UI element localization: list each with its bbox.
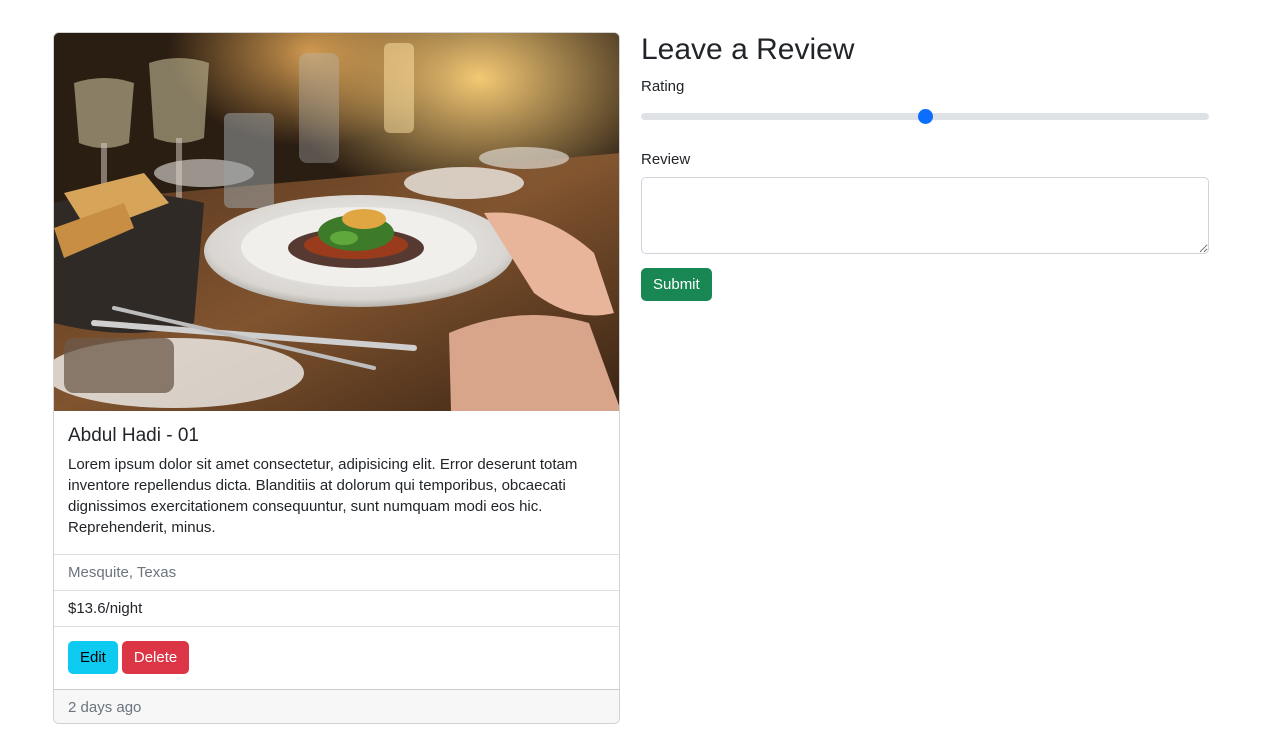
rating-slider[interactable] <box>641 108 1209 124</box>
rating-slider-thumb[interactable] <box>917 109 933 124</box>
listing-title: Abdul Hadi - 01 <box>68 425 199 446</box>
listing-actions: Edit Delete <box>54 626 619 689</box>
listing-description: Lorem ipsum dolor sit amet consectetur, … <box>68 455 578 536</box>
review-form: Leave a Review Rating Review Submit <box>641 32 1209 301</box>
edit-button[interactable]: Edit <box>68 641 118 674</box>
listing-price: $13.6/night <box>54 590 619 626</box>
listing-body: Abdul Hadi - 01 Lorem ipsum dolor sit am… <box>54 411 619 554</box>
submit-button[interactable]: Submit <box>641 268 712 301</box>
rating-label: Rating <box>641 78 685 95</box>
listing-card: Abdul Hadi - 01 Lorem ipsum dolor sit am… <box>53 32 620 724</box>
review-label: Review <box>641 151 691 168</box>
restaurant-table-image <box>54 33 619 411</box>
review-textarea[interactable] <box>641 177 1209 254</box>
listing-footer-timestamp: 2 days ago <box>54 689 619 723</box>
listing-photo <box>54 33 619 411</box>
delete-button[interactable]: Delete <box>121 641 190 674</box>
campground-page: Abdul Hadi - 01 Lorem ipsum dolor sit am… <box>0 0 1280 754</box>
review-heading: Leave a Review <box>641 33 855 66</box>
listing-location: Mesquite, Texas <box>54 554 619 590</box>
